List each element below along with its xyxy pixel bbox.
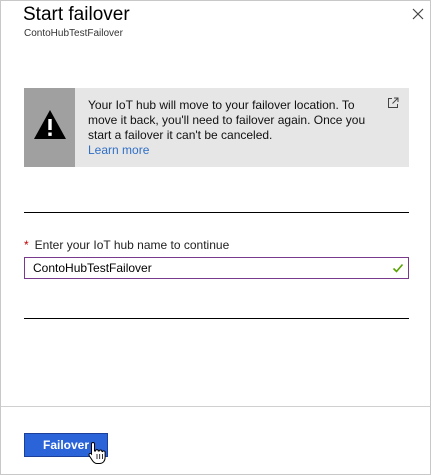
external-link-icon[interactable] (387, 97, 399, 109)
hub-name-input[interactable] (24, 257, 409, 279)
blade-title: Start failover (23, 4, 130, 25)
close-icon[interactable] (410, 6, 426, 22)
learn-more-link[interactable]: Learn more (88, 143, 373, 158)
warning-text: Your IoT hub will move to your failover … (88, 98, 373, 158)
footer-divider (1, 406, 430, 407)
warning-icon-cell (24, 88, 75, 167)
failover-blade: Start failover ContoHubTestFailover Your… (0, 0, 431, 475)
blade-subtitle: ContoHubTestFailover (24, 28, 123, 39)
valid-check-icon (392, 263, 404, 273)
warning-message: Your IoT hub will move to your failover … (88, 98, 366, 142)
warning-banner: Your IoT hub will move to your failover … (24, 88, 409, 167)
divider-top (24, 212, 409, 213)
required-marker: * (24, 238, 29, 252)
hub-name-label: * Enter your IoT hub name to continue (24, 238, 229, 252)
hand-cursor-icon (88, 441, 106, 464)
warning-icon (34, 110, 66, 139)
hub-name-label-text: Enter your IoT hub name to continue (34, 238, 230, 252)
divider-bottom (24, 318, 409, 319)
